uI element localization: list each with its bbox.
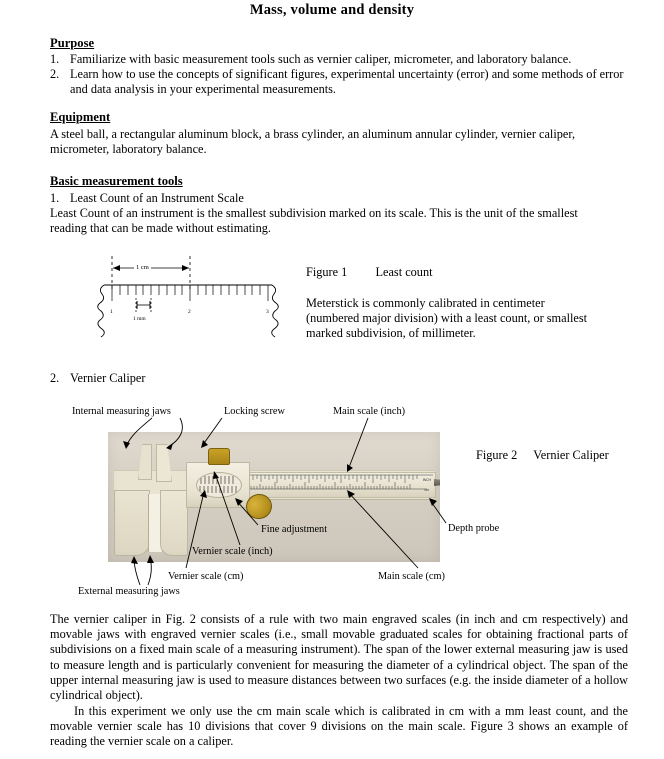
label-main-scale-inch: Main scale (inch)	[333, 406, 406, 417]
figure1-caption: Figure 1 Least count	[306, 265, 433, 280]
least-count-definition: Least Count of an instrument is the smal…	[50, 206, 578, 236]
purpose-list: 1. Familiarize with basic measurement to…	[50, 52, 632, 98]
list-item-number: 2.	[50, 371, 60, 385]
body-paragraph-2: In this experiment we only use the cm ma…	[50, 704, 628, 749]
list-item: 1. Familiarize with basic measurement to…	[50, 52, 632, 67]
label-vernier-scale-cm: Vernier scale (cm)	[168, 571, 244, 582]
document-page: Mass, volume and density Purpose 1. Fami…	[0, 0, 664, 759]
photo-vignette	[108, 432, 440, 562]
body-paragraph-1: The vernier caliper in Fig. 2 consists o…	[50, 612, 628, 703]
ruler-span-label: 1 cm	[134, 262, 151, 274]
vernier-caliper-photo: INCH cm	[108, 432, 440, 562]
label-locking-screw: Locking screw	[224, 406, 285, 417]
list-item-text: Familiarize with basic measurement tools…	[70, 52, 572, 66]
heading-equipment: Equipment	[50, 110, 111, 124]
label-internal-measuring-jaws: Internal measuring jaws	[72, 406, 171, 417]
basic-tools-item-1: 1. Least Count of an Instrument Scale	[50, 191, 632, 206]
figure2-caption-label: Figure 2	[476, 448, 518, 462]
ruler-tick-label-3: 3	[266, 309, 269, 315]
ruler-mm-label: 1 mm	[133, 316, 146, 322]
page-title: Mass, volume and density	[249, 2, 415, 18]
heading-purpose: Purpose	[50, 36, 95, 50]
list-item-text: Least Count of an Instrument Scale	[70, 191, 244, 205]
heading-basic-tools: Basic measurement tools	[50, 174, 183, 188]
list-item-text: Vernier Caliper	[70, 371, 146, 385]
label-external-measuring-jaws: External measuring jaws	[78, 586, 180, 597]
figure1-caption-label: Figure 1	[306, 265, 348, 279]
list-item-number: 1.	[50, 52, 60, 66]
list-item: 2. Vernier Caliper	[50, 371, 450, 386]
ruler-tick-label-2: 2	[188, 309, 191, 315]
figure2-caption: Figure 2 Vernier Caliper	[476, 448, 609, 463]
equipment-text: A steel ball, a rectangular aluminum blo…	[50, 127, 576, 157]
basic-tools-item-2: 2. Vernier Caliper	[50, 371, 450, 386]
list-item: 1. Least Count of an Instrument Scale	[50, 191, 632, 206]
label-vernier-scale-inch: Vernier scale (inch)	[192, 546, 273, 557]
label-fine-adjustment: Fine adjustment	[261, 524, 328, 535]
label-main-scale-cm: Main scale (cm)	[378, 571, 445, 582]
figure2-caption-title: Vernier Caliper	[533, 448, 609, 462]
list-item: 2. Learn how to use the concepts of sign…	[50, 67, 632, 97]
ruler-tick-label-1: 1	[110, 309, 113, 315]
label-depth-probe: Depth probe	[448, 523, 500, 534]
figure1-note: Meterstick is commonly calibrated in cen…	[306, 296, 588, 340]
list-item-text: Learn how to use the concepts of signifi…	[70, 67, 624, 97]
figure1-caption-title: Least count	[375, 265, 433, 279]
list-item-number: 1.	[50, 191, 60, 205]
list-item-number: 2.	[50, 67, 60, 82]
